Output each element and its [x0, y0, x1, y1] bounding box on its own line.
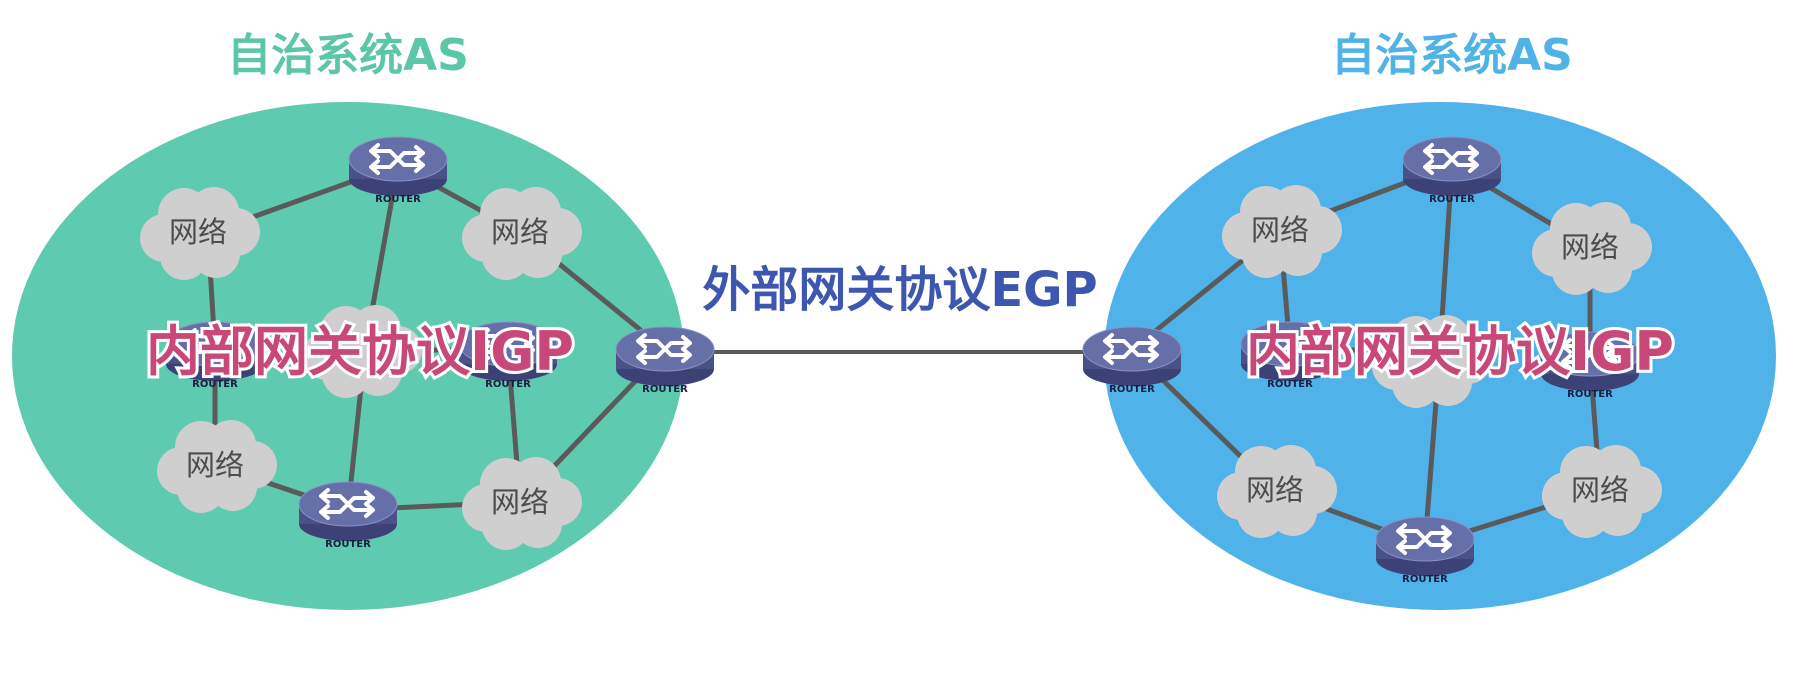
left-as-title: 自治系统AS [227, 30, 469, 81]
network-label: 网络 [491, 485, 549, 519]
network-label: 网络 [1246, 473, 1304, 507]
router-label: ROUTER [1567, 389, 1613, 400]
network-label: 网络 [1251, 213, 1309, 247]
right-igp-label: 内部网关协议IGP [1246, 320, 1674, 383]
network-label: 网络 [169, 215, 227, 249]
network-label: 网络 [1561, 230, 1619, 264]
router-label: ROUTER [1402, 574, 1448, 585]
router-icon [1401, 135, 1503, 198]
router-label: ROUTER [375, 194, 421, 205]
network-label: 网络 [491, 215, 549, 249]
egp-label: 外部网关协议EGP [702, 262, 1097, 318]
router-icon [347, 135, 449, 198]
router-label: ROUTER [1429, 194, 1475, 205]
router-label: ROUTER [642, 384, 688, 395]
router-icon [614, 325, 716, 388]
network-label: 网络 [186, 448, 244, 482]
router-icon [1374, 515, 1476, 578]
network-label: 网络 [1571, 473, 1629, 507]
as-diagram: 自治系统AS 自治系统AS 网络 网络 网络 网络 网络 网络 网络 网络 RO… [12, 30, 1776, 610]
router-label: ROUTER [325, 539, 371, 550]
router-icon [297, 480, 399, 543]
router-label: ROUTER [1109, 384, 1155, 395]
left-igp-label: 内部网关协议IGP [146, 320, 574, 383]
right-as-title: 自治系统AS [1331, 30, 1573, 81]
router-icon [1081, 325, 1183, 388]
